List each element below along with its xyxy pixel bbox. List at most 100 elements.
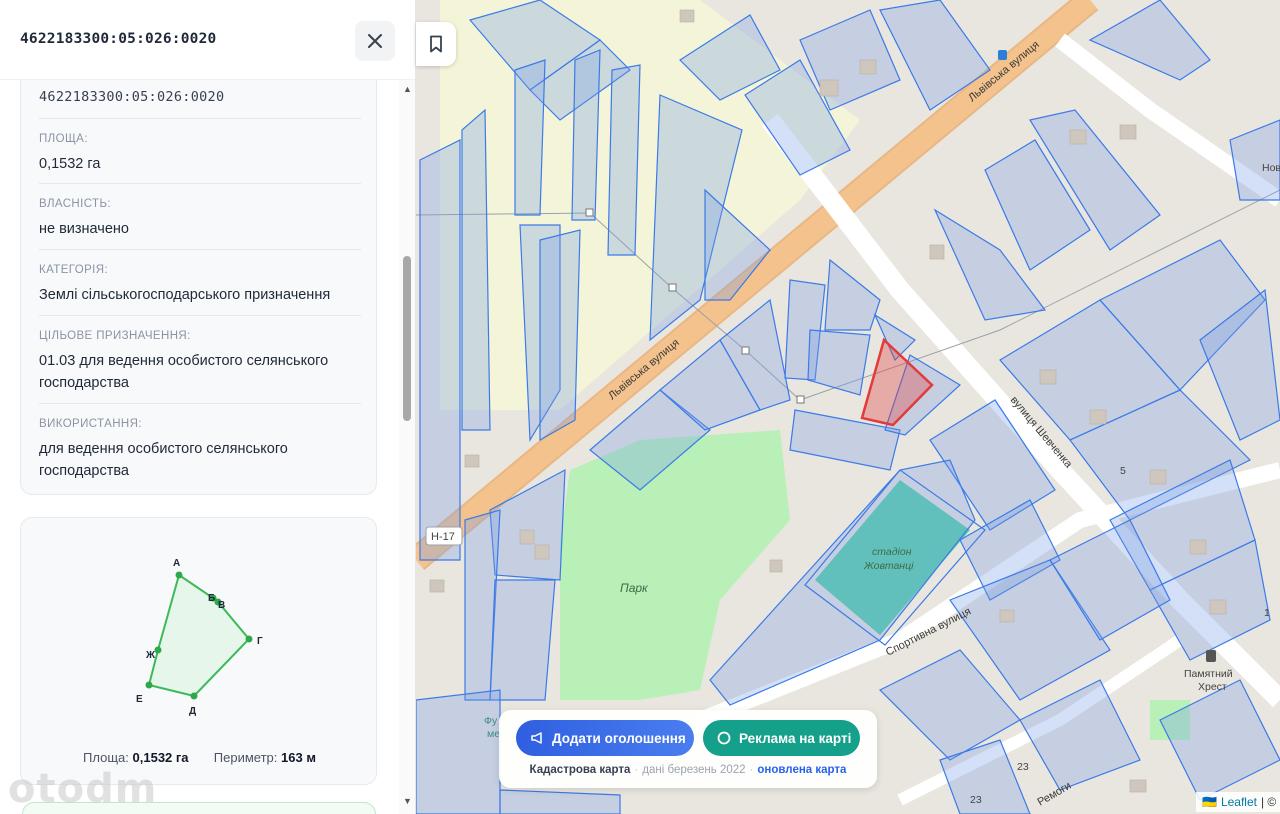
data-source-line: Кадастрова карта · дані березень 2022 · онов… [529, 764, 847, 776]
building [1039, 369, 1057, 385]
building [1069, 129, 1087, 145]
building [999, 609, 1015, 623]
building [429, 579, 445, 593]
building [519, 529, 535, 545]
panel-header: 4622183300:05:026:0020 [0, 0, 415, 80]
parcel[interactable] [539, 229, 581, 442]
place-label: Памятний [1184, 668, 1233, 680]
building [464, 454, 480, 468]
divider [39, 403, 361, 404]
add-listing-label: Додати оголошення [552, 730, 686, 746]
panel-scroll-area[interactable]: 4622183300:05:026:0020 Площа: 0,1532 га … [0, 80, 398, 814]
pole-icon [668, 283, 677, 292]
vertex-label: А [173, 558, 180, 569]
field-label: Категорія: [39, 264, 109, 276]
map-attribution: 🇺🇦 Leaflet | © [1196, 792, 1280, 812]
updated-map-link[interactable]: оновлена карта [757, 764, 846, 776]
field-ownership: Власність: не визначено [39, 198, 361, 240]
place-label: Жовтанці [863, 560, 914, 572]
parcel-info-panel: 4622183300:05:026:0020 4622183300:05:026… [0, 0, 416, 814]
source-name: Кадастрова карта [529, 764, 631, 776]
parcel-shape-card: А Б В Г Д Е Ж Площа: 0,1532 га Периметр:… [20, 517, 377, 785]
vertex-point [154, 646, 162, 654]
vertex-point [145, 681, 153, 689]
field-label: Власність: [39, 198, 112, 210]
building [1089, 409, 1107, 425]
megaphone-icon [530, 731, 544, 745]
bookmark-button[interactable] [416, 22, 456, 66]
building [1209, 599, 1227, 615]
field-purpose: Цільове призначення: 01.03 для ведення о… [39, 330, 361, 394]
building [1129, 779, 1147, 793]
field-value: 0,1532 га [39, 156, 101, 172]
shape-stats: Площа: 0,1532 га Периметр: 163 м [21, 750, 378, 765]
parcel[interactable] [571, 49, 601, 221]
field-label: Використання: [39, 418, 142, 430]
area-label: Площа: [83, 750, 129, 765]
building [679, 9, 695, 23]
attribution-rest: | © [1260, 795, 1277, 809]
map-footer-panel: Додати оголошення Реклама на карті Кадас… [499, 710, 877, 788]
building [1119, 124, 1137, 140]
vertex-point [175, 571, 183, 579]
map-ads-label: Реклама на карті [739, 730, 852, 746]
map-canvas[interactable]: Львівська вулиця Львівська вулиця вулиця… [416, 0, 1280, 814]
field-value: не визначено [39, 221, 129, 237]
field-value: Землі сільськогосподарського призначення [39, 287, 331, 303]
parcel-outline [147, 573, 251, 698]
field-label: Площа: [39, 133, 88, 145]
cadastral-number: 4622183300:05:026:0020 [39, 89, 225, 105]
perimeter-value: 163 м [281, 750, 316, 765]
map-ads-button[interactable]: Реклама на карті [703, 720, 860, 756]
bookmark-icon [430, 35, 442, 53]
place-label: Нов [1262, 162, 1280, 174]
vertex-label: Ж [145, 650, 156, 661]
scroll-thumb[interactable] [403, 256, 411, 421]
place-label: Хрест [1198, 681, 1227, 693]
parcel[interactable] [416, 689, 501, 814]
place-label: Фу [484, 715, 498, 727]
bus-stop-icon [998, 50, 1007, 60]
vertex-label: Е [136, 694, 143, 705]
field-value: для ведення особистого селянського госпо… [39, 441, 288, 479]
vertex-label: Б [208, 593, 215, 604]
place-label: Парк [620, 581, 649, 595]
building [859, 59, 877, 75]
parcel[interactable] [489, 579, 556, 701]
pole-icon [585, 208, 594, 217]
house-number: 1 [1264, 607, 1270, 619]
place-label: стадіон [872, 546, 912, 558]
road-badge-label: Н-17 [431, 531, 455, 543]
building [1189, 539, 1207, 555]
building [534, 544, 550, 560]
house-number: 5 [1120, 465, 1126, 477]
parcel-shape-diagram: А Б В Г Д Е Ж [136, 558, 263, 717]
cadastral-map[interactable]: Львівська вулиця Львівська вулиця вулиця… [416, 0, 1280, 814]
vertex-label: Д [189, 706, 196, 717]
add-listing-button[interactable]: Додати оголошення [516, 720, 694, 756]
scroll-down-icon[interactable]: ▼ [403, 796, 412, 806]
leaflet-link[interactable]: Leaflet [1221, 795, 1257, 809]
field-label: Цільове призначення: [39, 330, 191, 342]
parcel[interactable] [461, 108, 491, 431]
memorial-icon [1206, 650, 1216, 662]
vertex-point [190, 692, 198, 700]
parcel[interactable] [607, 64, 641, 256]
close-button[interactable] [355, 21, 395, 61]
field-category: Категорія: Землі сільськогосподарського … [39, 264, 361, 306]
building [1149, 469, 1167, 485]
field-usage: Використання: для ведення особистого сел… [39, 418, 361, 482]
ukraine-flag-icon: 🇺🇦 [1202, 795, 1217, 809]
divider [39, 118, 361, 119]
watermark-logo: otodm [8, 766, 158, 812]
parcel[interactable] [419, 139, 461, 561]
panel-scrollbar[interactable]: ▲ ▼ [399, 80, 415, 814]
pole-icon [796, 395, 805, 404]
house-number: 23 [1017, 761, 1029, 773]
parcel[interactable] [514, 59, 546, 216]
scroll-up-icon[interactable]: ▲ [403, 84, 412, 94]
close-icon [368, 34, 382, 48]
perimeter-label: Периметр: [213, 750, 278, 765]
building [769, 559, 783, 573]
circle-icon [717, 731, 731, 745]
